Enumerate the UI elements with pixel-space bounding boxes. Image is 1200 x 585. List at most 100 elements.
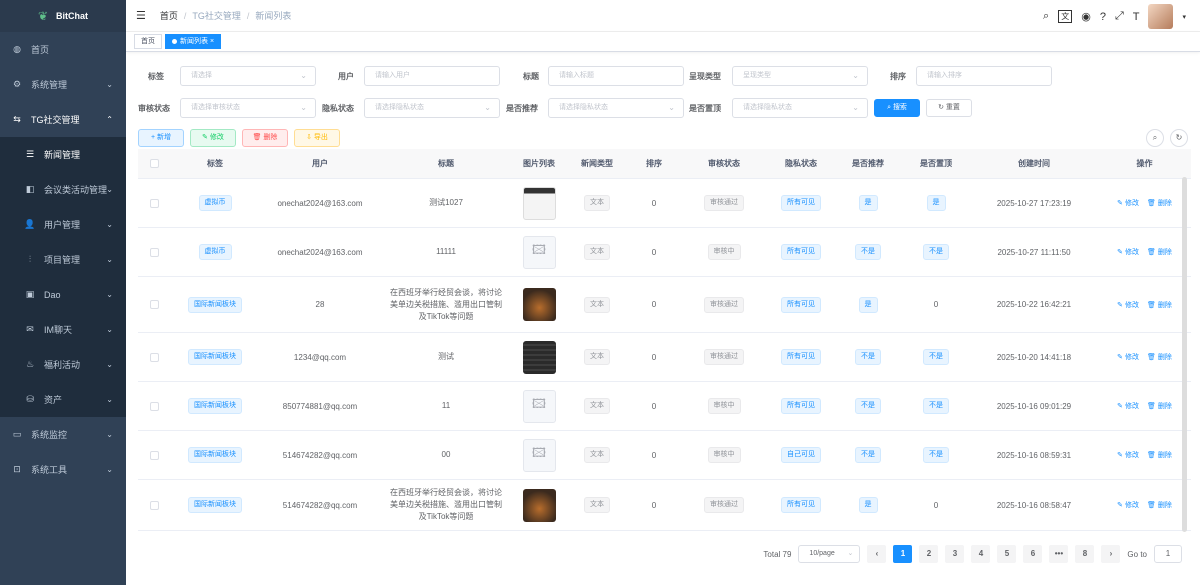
row-edit-link[interactable]: ✎ 修改: [1117, 352, 1139, 362]
recommend-badge: 是: [858, 497, 878, 513]
news-thumbnail[interactable]: [522, 488, 556, 522]
row-edit-link[interactable]: ✎ 修改: [1117, 450, 1139, 460]
delete-button[interactable]: 🗑 删除: [242, 129, 288, 147]
sidebar-item-4[interactable]: ◧ 会议类活动管理 ⌄: [0, 172, 126, 207]
row-checkbox[interactable]: [149, 450, 159, 460]
recommend-badge: 不是: [855, 447, 881, 463]
page-button[interactable]: •••: [1049, 545, 1069, 563]
row-checkbox[interactable]: [149, 352, 159, 362]
sidebar-item-0[interactable]: ◍ 首页: [0, 32, 126, 67]
page-size-select[interactable]: 10/page ⌄: [798, 545, 861, 563]
page-button[interactable]: 6: [1023, 545, 1043, 563]
image-placeholder-icon[interactable]: 🖾: [522, 235, 556, 269]
news-thumbnail[interactable]: [522, 340, 556, 374]
prev-page-button[interactable]: ‹: [867, 545, 887, 563]
table-row: 虚拟币 onechat2024@163.com 11111 🖾 文本 0 审核中 所有可见 不是…: [138, 228, 1191, 277]
sidebar-item-1[interactable]: ⚙ 系统管理 ⌄: [0, 67, 126, 102]
chevron-down-icon[interactable]: ▾: [1182, 13, 1186, 21]
help-icon[interactable]: ?: [1100, 11, 1106, 23]
sidebar-item-2[interactable]: ⇆ TG社交管理 ⌃: [0, 102, 126, 137]
top-cell: 0: [933, 500, 939, 510]
privacy-badge: 所有可见: [781, 296, 821, 313]
row-edit-link[interactable]: ✎ 修改: [1117, 500, 1139, 510]
tag-news-list[interactable]: 新闻列表 ×: [165, 34, 222, 49]
image-placeholder-icon[interactable]: 🖾: [522, 389, 556, 423]
row-delete-link[interactable]: 🗑 删除: [1147, 198, 1172, 208]
row-checkbox[interactable]: [149, 401, 159, 411]
table-header: 标签 用户 标题 图片列表 新闻类型 排序 审核状态 隐私状态 是否推荐 是否置顶 创建时间 操作: [138, 149, 1191, 179]
search-button[interactable]: ⌕ 搜索: [874, 99, 920, 117]
created-time-cell: 2025-10-16 09:01:29: [996, 401, 1072, 411]
page-button[interactable]: 3: [945, 545, 965, 563]
gift-icon: ♨: [25, 359, 35, 369]
sidebar-item-5[interactable]: 👤 用户管理 ⌄: [0, 207, 126, 242]
row-checkbox[interactable]: [149, 500, 159, 510]
github-icon[interactable]: ◉: [1081, 10, 1091, 23]
row-checkbox[interactable]: [149, 247, 159, 257]
row-delete-link[interactable]: 🗑 删除: [1147, 352, 1172, 362]
sidebar-item-6[interactable]: ⫶ 项目管理 ⌄: [0, 242, 126, 277]
edit-button[interactable]: ✎ 修改: [190, 129, 236, 147]
fullscreen-icon[interactable]: ⤢: [1115, 10, 1124, 23]
audit-select[interactable]: 请选择审核状态 ⌄: [180, 98, 316, 118]
add-button[interactable]: + 新增: [138, 129, 184, 147]
font-size-icon[interactable]: T: [1133, 11, 1140, 23]
type-select[interactable]: 呈现类型 ⌄: [732, 66, 868, 86]
sidebar-item-3[interactable]: ☰ 新闻管理: [0, 137, 126, 172]
sidebar-item-10[interactable]: ⛁ 资产 ⌄: [0, 382, 126, 417]
recommend-select[interactable]: 请选择隐私状态 ⌄: [548, 98, 684, 118]
row-checkbox[interactable]: [149, 198, 159, 208]
sidebar-item-12[interactable]: ⊡ 系统工具 ⌄: [0, 452, 126, 487]
table-scrollbar[interactable]: [1182, 177, 1187, 532]
user-input[interactable]: 请输入用户: [364, 66, 500, 86]
row-delete-link[interactable]: 🗑 删除: [1147, 500, 1172, 510]
page-button[interactable]: 8: [1075, 545, 1095, 563]
top-badge: 不是: [923, 447, 949, 463]
tag-home[interactable]: 首页: [134, 34, 162, 49]
sort-input[interactable]: 请输入排序: [916, 66, 1052, 86]
sidebar-item-8[interactable]: ✉ IM聊天 ⌄: [0, 312, 126, 347]
page-button[interactable]: 5: [997, 545, 1017, 563]
page-button[interactable]: 4: [971, 545, 991, 563]
page-button[interactable]: 2: [919, 545, 939, 563]
image-placeholder-icon[interactable]: 🖾: [522, 438, 556, 472]
search-icon[interactable]: ⌕: [1043, 10, 1049, 23]
next-page-button[interactable]: ›: [1101, 545, 1121, 563]
tool-icon: ⊡: [13, 464, 21, 474]
type-badge: 文本: [584, 195, 610, 211]
chevron-down-icon: ⌄: [106, 290, 113, 299]
refresh-icon[interactable]: ↻: [1170, 129, 1188, 147]
toggle-search-icon[interactable]: ⌕: [1146, 129, 1164, 147]
goto-page-input[interactable]: 1: [1154, 545, 1182, 563]
reset-button[interactable]: ↻ 重置: [926, 99, 972, 117]
row-checkbox[interactable]: [149, 300, 159, 309]
user-cell: 850774881@qq.com: [282, 401, 358, 411]
title-input[interactable]: 请输入标题: [548, 66, 684, 86]
hamburger-icon[interactable]: ☰: [136, 9, 146, 22]
export-button[interactable]: ⇩ 导出: [294, 129, 340, 147]
news-thumbnail[interactable]: [522, 186, 556, 220]
news-thumbnail[interactable]: [522, 288, 556, 321]
sidebar-item-7[interactable]: ▣ Dao ⌄: [0, 277, 126, 312]
privacy-select[interactable]: 请选择隐私状态 ⌄: [364, 98, 500, 118]
privacy-badge: 所有可见: [781, 497, 821, 513]
top-select[interactable]: 请选择隐私状态 ⌄: [732, 98, 868, 118]
breadcrumb-home[interactable]: 首页: [160, 11, 178, 21]
row-delete-link[interactable]: 🗑 删除: [1147, 300, 1172, 310]
page-button[interactable]: 1: [893, 545, 913, 563]
row-edit-link[interactable]: ✎ 修改: [1117, 401, 1139, 411]
row-edit-link[interactable]: ✎ 修改: [1117, 198, 1139, 208]
column-header: 是否推荐: [852, 159, 884, 168]
row-delete-link[interactable]: 🗑 删除: [1147, 450, 1172, 460]
translate-icon[interactable]: 文: [1058, 10, 1073, 23]
row-delete-link[interactable]: 🗑 删除: [1147, 247, 1172, 257]
sidebar-item-9[interactable]: ♨ 福利活动 ⌄: [0, 347, 126, 382]
row-delete-link[interactable]: 🗑 删除: [1147, 401, 1172, 411]
sidebar-item-11[interactable]: ▭ 系统监控 ⌄: [0, 417, 126, 452]
tag-select[interactable]: 请选择 ⌄: [180, 66, 316, 86]
row-edit-link[interactable]: ✎ 修改: [1117, 300, 1139, 310]
top-navbar: ☰ 首页 / TG社交管理 / 新闻列表 ⌕ 文 ◉ ? ⤢ T ▾: [126, 0, 1200, 32]
select-all-checkbox[interactable]: [149, 159, 159, 168]
avatar[interactable]: [1148, 4, 1174, 29]
row-edit-link[interactable]: ✎ 修改: [1117, 247, 1139, 257]
